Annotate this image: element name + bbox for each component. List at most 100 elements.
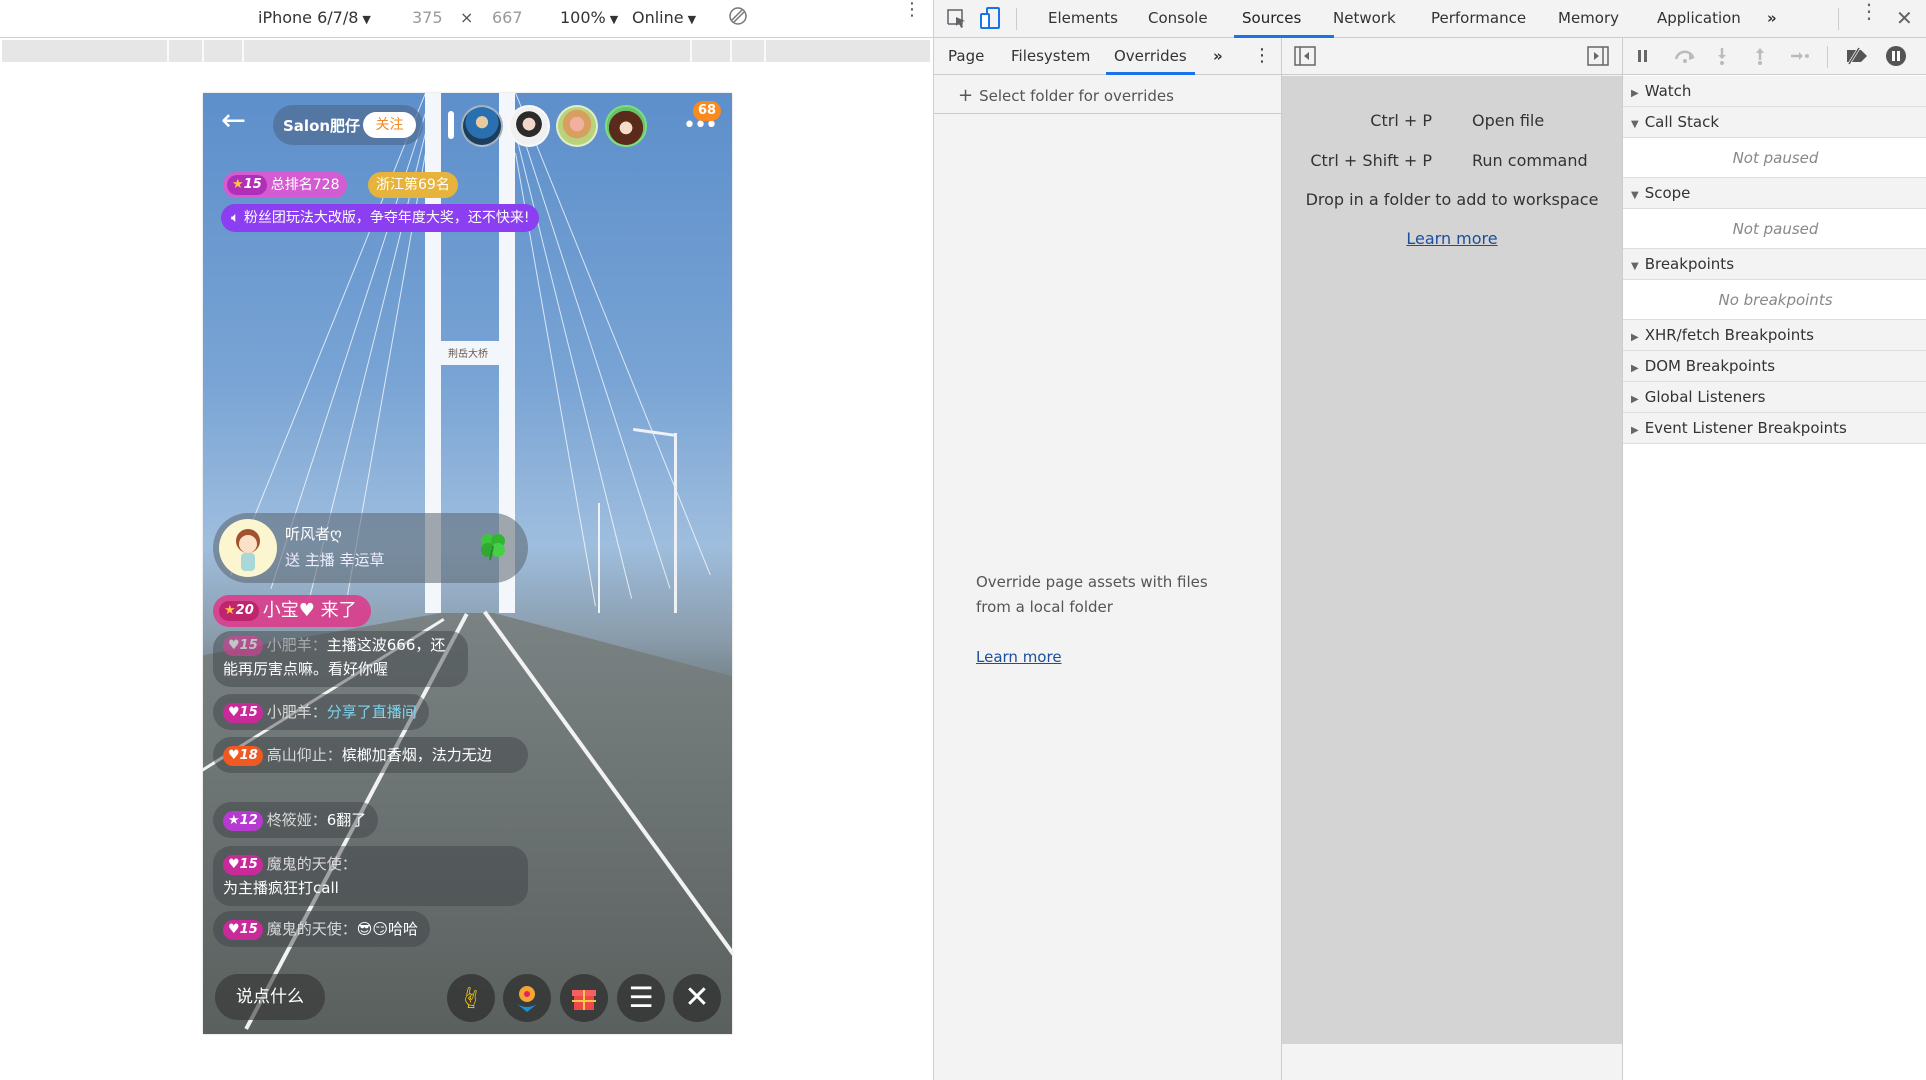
follow-button[interactable]: 关注 xyxy=(363,112,416,138)
nav-tab-overrides[interactable]: Overrides xyxy=(1114,47,1187,65)
media-query-ruler[interactable] xyxy=(2,40,930,62)
collapsed-triangle-icon: ▶ xyxy=(1631,394,1639,405)
nav-tab-filesystem[interactable]: Filesystem xyxy=(1011,47,1090,65)
rank-pill[interactable]: ★15 总排名728 xyxy=(223,172,348,198)
width-input[interactable]: 375 xyxy=(412,8,443,27)
chat-message[interactable]: ★12 柊筱娅：6翻了 xyxy=(213,802,379,838)
tab-memory[interactable]: Memory xyxy=(1558,9,1619,27)
viewer-avatar[interactable] xyxy=(605,105,647,147)
gifter-avatar[interactable] xyxy=(219,519,277,577)
flower-icon[interactable] xyxy=(503,974,551,1022)
menu-icon[interactable]: ☰ xyxy=(617,974,665,1022)
speaker-icon: 🔈︎ xyxy=(231,210,244,226)
comment-input[interactable]: 说点什么 xyxy=(215,974,325,1020)
viewer-count-badge: 68 xyxy=(693,101,721,121)
notice-text: 粉丝团玩法大改版，争夺年度大奖，还不快来! xyxy=(243,210,530,226)
back-arrow-icon[interactable]: ← xyxy=(221,106,255,137)
tab-application[interactable]: Application xyxy=(1657,9,1741,27)
shortcut-action: Open file xyxy=(1472,111,1545,130)
zoom-select[interactable]: 100% ▼ xyxy=(560,8,618,27)
gifter-name: 听风者ღ xyxy=(285,525,342,543)
step-into-icon[interactable] xyxy=(1715,46,1729,70)
viewer-avatar[interactable] xyxy=(508,105,550,147)
customize-menu-icon[interactable]: ⋮ xyxy=(1859,1,1879,21)
inspect-element-icon[interactable] xyxy=(946,8,968,34)
step-out-icon[interactable] xyxy=(1753,46,1767,70)
level-badge: ♥15 xyxy=(223,919,263,940)
chat-username: 魔鬼的天使： xyxy=(266,855,357,873)
device-select[interactable]: iPhone 6/7/8 ▼ xyxy=(258,8,371,27)
viewer-list-separator xyxy=(448,111,454,139)
section-title: Breakpoints xyxy=(1644,255,1735,273)
toggle-debugger-icon[interactable] xyxy=(1587,46,1609,70)
section-header-breakpoints[interactable]: ▼ Breakpoints xyxy=(1623,249,1926,280)
chat-username: 魔鬼的天使： xyxy=(266,920,357,938)
close-icon[interactable]: ✕ xyxy=(673,974,721,1022)
phone-viewport[interactable]: 荆岳大桥 ← Salon肥仔 关注 ••• 68 ★15 总排名728 浙江第6… xyxy=(203,93,732,1034)
device-name: iPhone 6/7/8 xyxy=(258,8,359,27)
navigator-menu-icon[interactable]: ⋮ xyxy=(1253,45,1271,66)
tab-console[interactable]: Console xyxy=(1148,9,1208,27)
height-input[interactable]: 667 xyxy=(492,8,523,27)
section-header-xhr-fetch-breakpoints[interactable]: ▶ XHR/fetch Breakpoints xyxy=(1623,320,1926,351)
zoom-value: 100% xyxy=(560,8,606,27)
tab-sources[interactable]: Sources xyxy=(1242,9,1301,27)
learn-more-link[interactable]: Learn more xyxy=(976,648,1062,666)
devtools-panel: Elements Console Sources Network Perform… xyxy=(933,0,1926,1080)
chat-message[interactable]: ♥18 高山仰止：槟榔加香烟，法力无边 xyxy=(213,737,528,773)
dimension-separator: × xyxy=(460,8,474,27)
network-value: Online xyxy=(632,8,684,27)
deactivate-breakpoints-icon[interactable] xyxy=(1843,47,1869,69)
rotate-icon[interactable] xyxy=(727,5,749,31)
section-header-watch[interactable]: ▶ Watch xyxy=(1623,76,1926,107)
section-header-event-listener-breakpoints[interactable]: ▶ Event Listener Breakpoints xyxy=(1623,413,1926,444)
viewer-avatar[interactable] xyxy=(556,105,598,147)
viewer-avatar[interactable] xyxy=(461,105,503,147)
section-title: Global Listeners xyxy=(1644,388,1766,406)
chevron-down-icon: ▼ xyxy=(609,13,619,26)
device-toggle-icon[interactable] xyxy=(979,6,1001,34)
section-header-scope[interactable]: ▼ Scope xyxy=(1623,178,1926,209)
clover-icon xyxy=(478,531,508,561)
collapsed-triangle-icon: ▶ xyxy=(1631,425,1639,436)
toggle-navigator-icon[interactable] xyxy=(1294,46,1316,70)
chat-message[interactable]: ♥15 小肥羊：分享了直播间 xyxy=(213,694,429,730)
section-header-call-stack[interactable]: ▼ Call Stack xyxy=(1623,107,1926,138)
tab-performance[interactable]: Performance xyxy=(1431,9,1526,27)
network-throttle-select[interactable]: Online ▼ xyxy=(632,8,696,27)
learn-more-link[interactable]: Learn more xyxy=(1406,229,1497,248)
collapsed-triangle-icon: ▶ xyxy=(1631,332,1639,343)
debugger-toolbar xyxy=(1623,38,1926,75)
section-header-dom-breakpoints[interactable]: ▶ DOM Breakpoints xyxy=(1623,351,1926,382)
level-badge: ★20 xyxy=(219,601,259,621)
section-header-global-listeners[interactable]: ▶ Global Listeners xyxy=(1623,382,1926,413)
notice-banner[interactable]: 🔈︎ 粉丝团玩法大改版，争夺年度大奖，还不快来! xyxy=(221,204,540,232)
rock-hand-icon[interactable]: 🤘︎ xyxy=(447,974,495,1022)
step-over-icon[interactable] xyxy=(1673,47,1697,69)
pause-on-exceptions-icon[interactable] xyxy=(1885,45,1907,71)
editor-placeholder[interactable]: Ctrl + P Open file Ctrl + Shift + P Run … xyxy=(1282,76,1622,1044)
anchor-info[interactable]: Salon肥仔 关注 xyxy=(273,105,423,145)
gift-icon[interactable] xyxy=(560,974,608,1022)
section-empty-message: Not paused xyxy=(1623,209,1926,249)
shortcut-keys: Ctrl + P xyxy=(1370,111,1432,130)
region-rank-pill[interactable]: 浙江第69名 xyxy=(368,172,458,198)
more-tabs-icon[interactable]: » xyxy=(1767,9,1777,27)
nav-tab-page[interactable]: Page xyxy=(948,47,984,65)
more-options-icon[interactable]: ⋮ xyxy=(903,1,921,19)
chat-text: 😎😏哈哈 xyxy=(356,920,419,938)
select-folder-button[interactable]: + Select folder for overrides xyxy=(958,85,1174,106)
chat-text: 6翻了 xyxy=(326,811,367,829)
step-icon[interactable] xyxy=(1789,48,1811,68)
tab-elements[interactable]: Elements xyxy=(1048,9,1118,27)
select-folder-label: Select folder for overrides xyxy=(979,87,1174,105)
tab-network[interactable]: Network xyxy=(1333,9,1396,27)
section-title: Call Stack xyxy=(1644,113,1719,131)
close-devtools-icon[interactable]: ✕ xyxy=(1896,6,1913,30)
chat-message[interactable]: ♥15 小肥羊：主播这波666，还能再厉害点嘛。看好你喔 xyxy=(213,631,468,687)
chat-message[interactable]: ♥15 魔鬼的天使：😎😏哈哈 xyxy=(213,911,431,947)
pause-icon[interactable] xyxy=(1635,47,1651,69)
chat-message[interactable]: ♥15 魔鬼的天使： 为主播疯狂打call xyxy=(213,846,528,906)
collapsed-triangle-icon: ▶ xyxy=(1631,88,1639,99)
more-nav-tabs-icon[interactable]: » xyxy=(1213,47,1223,65)
